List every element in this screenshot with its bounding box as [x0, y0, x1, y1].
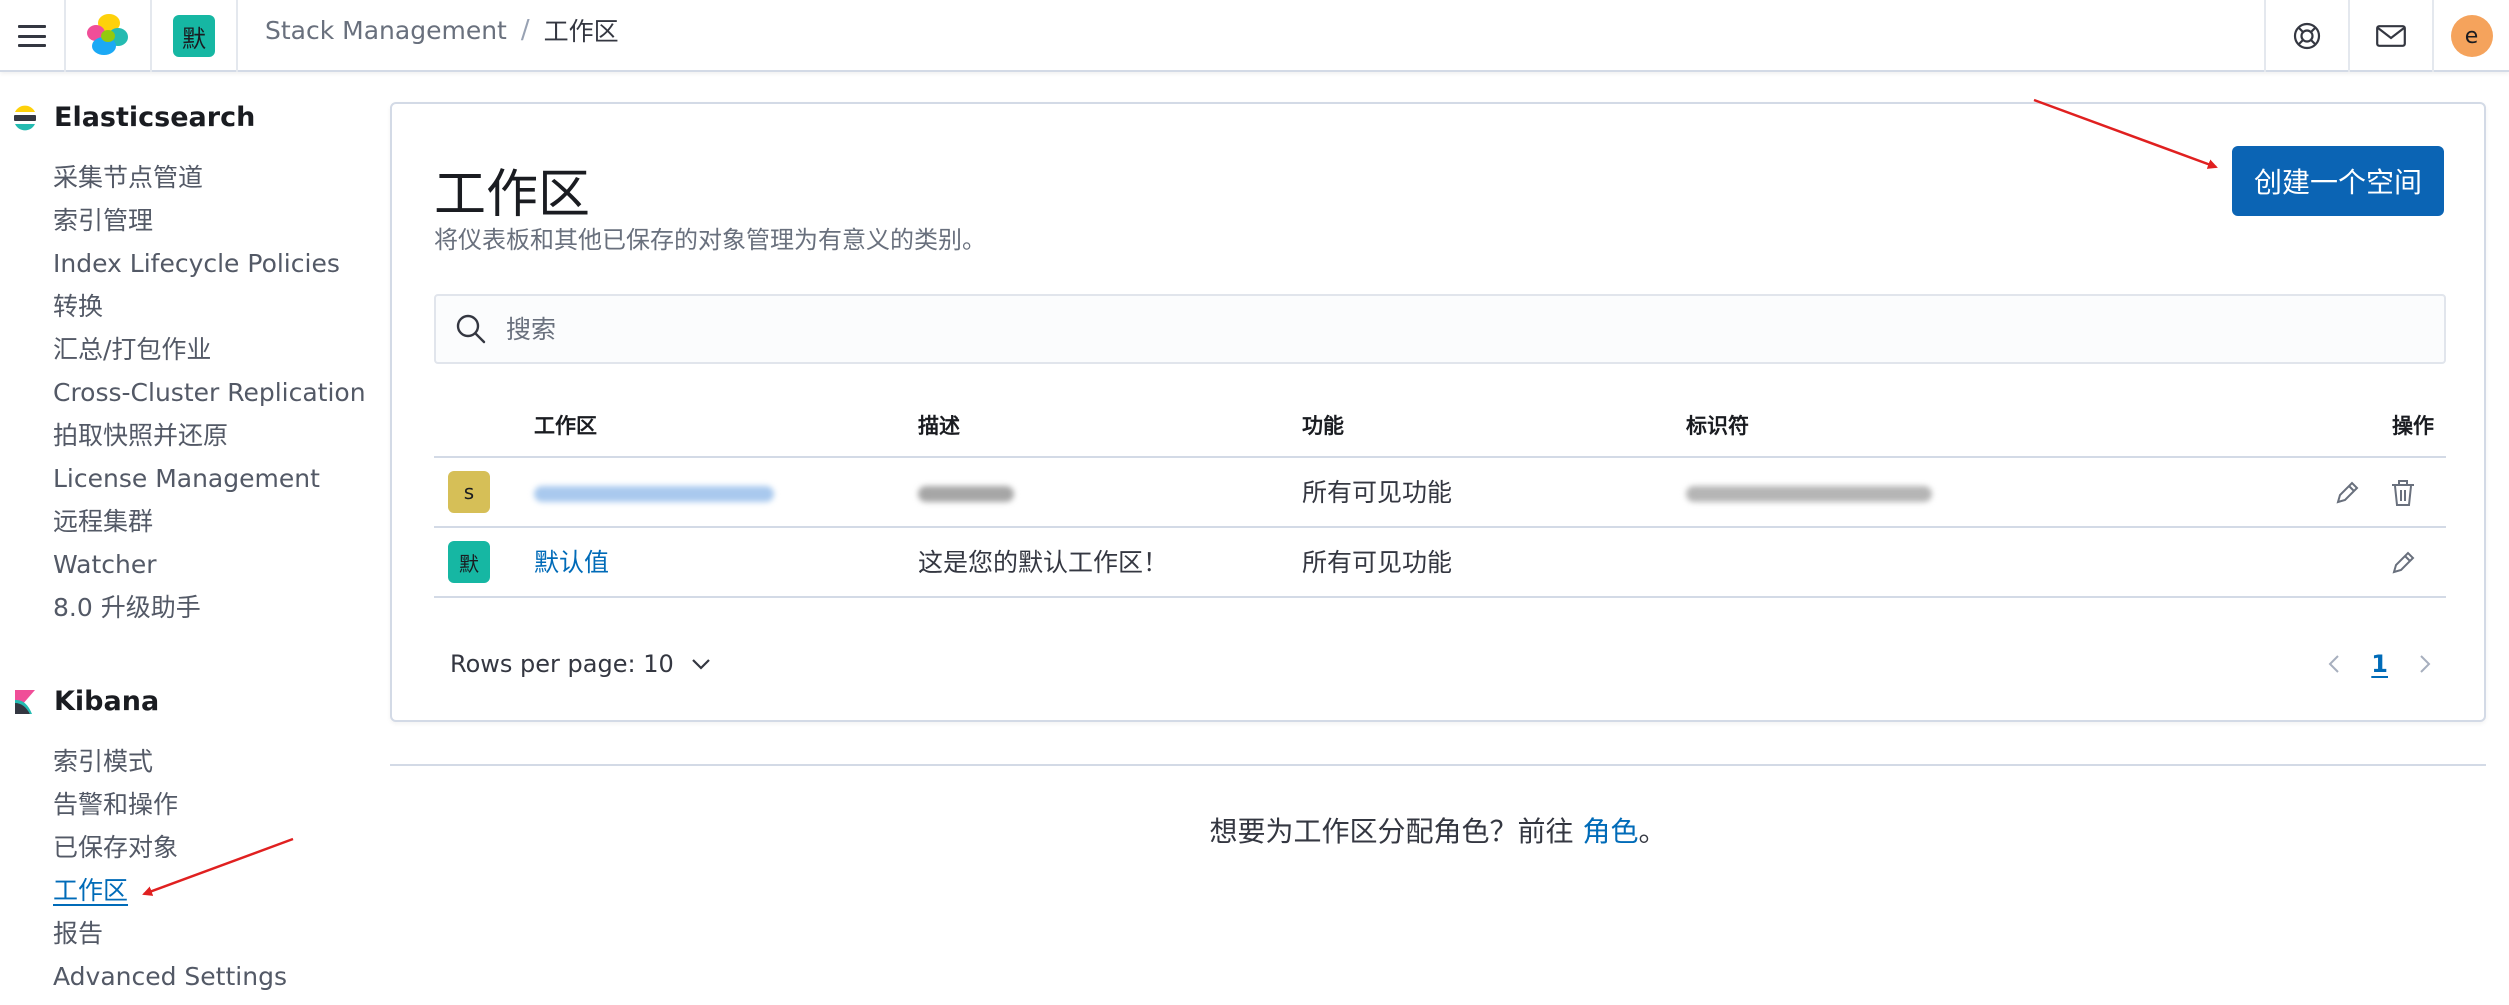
elastic-logo-icon — [87, 14, 128, 55]
sidebar-item-cross-cluster-replication[interactable]: Cross-Cluster Replication — [53, 371, 366, 414]
table-row: s 所有可见功能 — [434, 458, 2446, 528]
sidebar-item-saved-objects[interactable]: 已保存对象 — [53, 826, 287, 869]
space-selector-button[interactable]: 默 — [152, 0, 236, 72]
sidebar-item-rollup-jobs[interactable]: 汇总/打包作业 — [53, 328, 366, 371]
sidebar-item-license-management[interactable]: License Management — [53, 457, 366, 500]
spaces-panel: 工作区 将仪表板和其他已保存的对象管理为有意义的类别。 创建一个空间 工作区 描… — [390, 102, 2486, 722]
user-menu-button[interactable]: e — [2434, 0, 2509, 72]
page-title: 工作区 — [434, 165, 591, 225]
edit-pencil-icon[interactable] — [2332, 478, 2362, 508]
breadcrumb-stack-management[interactable]: Stack Management — [265, 16, 507, 45]
space-name-link[interactable]: 默认值 — [534, 528, 609, 598]
sidebar-item-alerts-actions[interactable]: 告警和操作 — [53, 783, 287, 826]
space-avatar: 默 — [448, 541, 490, 583]
sidebar-item-ingest-pipelines[interactable]: 采集节点管道 — [53, 156, 366, 199]
table-row: 默 默认值 这是您的默认工作区！ 所有可见功能 — [434, 528, 2446, 598]
search-input[interactable] — [504, 313, 2404, 345]
chevron-down-icon — [691, 659, 710, 670]
top-header: 默 Stack Management / 工作区 e — [0, 0, 2509, 72]
space-features: 所有可见功能 — [1302, 478, 1453, 507]
sidebar-item-index-management[interactable]: 索引管理 — [53, 199, 366, 242]
header-divider — [236, 0, 238, 72]
space-description: 这是您的默认工作区！ — [918, 548, 1169, 577]
sidebar-item-upgrade-assistant[interactable]: 8.0 升级助手 — [53, 586, 366, 629]
space-name-link[interactable] — [534, 458, 774, 528]
sidebar-list-kibana: 索引模式 告警和操作 已保存对象 工作区 报告 Advanced Setting… — [53, 740, 287, 998]
sidebar-item-spaces[interactable]: 工作区 — [53, 869, 287, 912]
sidebar-item-watcher[interactable]: Watcher — [53, 543, 366, 586]
mail-icon — [2376, 25, 2406, 47]
section-divider — [390, 764, 2486, 766]
sidebar-group-elasticsearch: Elasticsearch — [12, 102, 255, 133]
page-description: 将仪表板和其他已保存的对象管理为有意义的类别。 — [434, 226, 986, 254]
edit-pencil-icon[interactable] — [2388, 548, 2418, 578]
redacted-space-name — [534, 486, 774, 502]
column-header-description[interactable]: 描述 — [918, 394, 960, 458]
sidebar-item-index-patterns[interactable]: 索引模式 — [53, 740, 287, 783]
management-sidebar: Elasticsearch 采集节点管道 索引管理 Index Lifecycl… — [0, 72, 370, 1005]
rows-per-page-button[interactable]: Rows per page: 10 — [450, 644, 712, 684]
sidebar-item-remote-clusters[interactable]: 远程集群 — [53, 500, 366, 543]
table-header: 工作区 描述 功能 标识符 操作 — [434, 394, 2446, 458]
elasticsearch-logo-icon — [14, 105, 36, 130]
search-field[interactable] — [434, 294, 2446, 364]
create-space-button[interactable]: 创建一个空间 — [2232, 146, 2444, 216]
previous-page-icon[interactable] — [2323, 653, 2345, 675]
user-avatar: e — [2450, 15, 2493, 57]
column-header-features[interactable]: 功能 — [1302, 394, 1344, 458]
delete-trash-icon[interactable] — [2388, 478, 2418, 508]
sidebar-item-snapshot-restore[interactable]: 拍取快照并还原 — [53, 414, 366, 457]
sidebar-list-elasticsearch: 采集节点管道 索引管理 Index Lifecycle Policies 转换 … — [53, 156, 366, 629]
next-page-icon[interactable] — [2414, 653, 2436, 675]
help-lifebuoy-icon — [2293, 22, 2321, 50]
roles-link[interactable]: 角色 — [1582, 815, 1638, 848]
kibana-logo-icon — [15, 689, 35, 714]
breadcrumb: Stack Management / 工作区 — [265, 0, 619, 60]
help-button[interactable] — [2266, 0, 2348, 72]
roles-note: 想要为工作区分配角色？前往 角色。 — [1209, 815, 1667, 848]
sidebar-group-kibana: Kibana — [12, 686, 159, 717]
space-avatar: 默 — [173, 15, 215, 57]
column-header-actions: 操作 — [2392, 414, 2434, 438]
space-avatar: s — [448, 471, 490, 513]
column-header-space[interactable]: 工作区 — [534, 394, 597, 458]
spaces-table: 工作区 描述 功能 标识符 操作 s 所有可见功能 默 默认值 这是您的默认工作… — [434, 394, 2446, 598]
redacted-identifier — [1686, 486, 1932, 502]
elastic-logo-link[interactable] — [66, 0, 150, 72]
hamburger-icon — [18, 25, 46, 47]
sidebar-item-index-lifecycle-policies[interactable]: Index Lifecycle Policies — [53, 242, 366, 285]
breadcrumb-current: 工作区 — [543, 17, 619, 46]
search-icon — [456, 314, 486, 344]
breadcrumb-separator: / — [520, 15, 530, 45]
space-identifier — [1686, 458, 1932, 528]
sidebar-item-advanced-settings[interactable]: Advanced Settings — [53, 955, 287, 998]
space-features: 所有可见功能 — [1302, 548, 1453, 577]
pagination-bar: Rows per page: 10 1 — [434, 644, 2446, 684]
sidebar-item-transforms[interactable]: 转换 — [53, 285, 366, 328]
page-number-button[interactable]: 1 — [2371, 650, 2388, 678]
redacted-description — [918, 486, 1014, 502]
column-header-identifier[interactable]: 标识符 — [1686, 394, 1749, 458]
sidebar-item-reporting[interactable]: 报告 — [53, 912, 287, 955]
newsfeed-button[interactable] — [2350, 0, 2432, 72]
menu-button[interactable] — [0, 0, 64, 72]
space-description — [918, 458, 1014, 528]
page-navigation: 1 — [2323, 644, 2436, 684]
